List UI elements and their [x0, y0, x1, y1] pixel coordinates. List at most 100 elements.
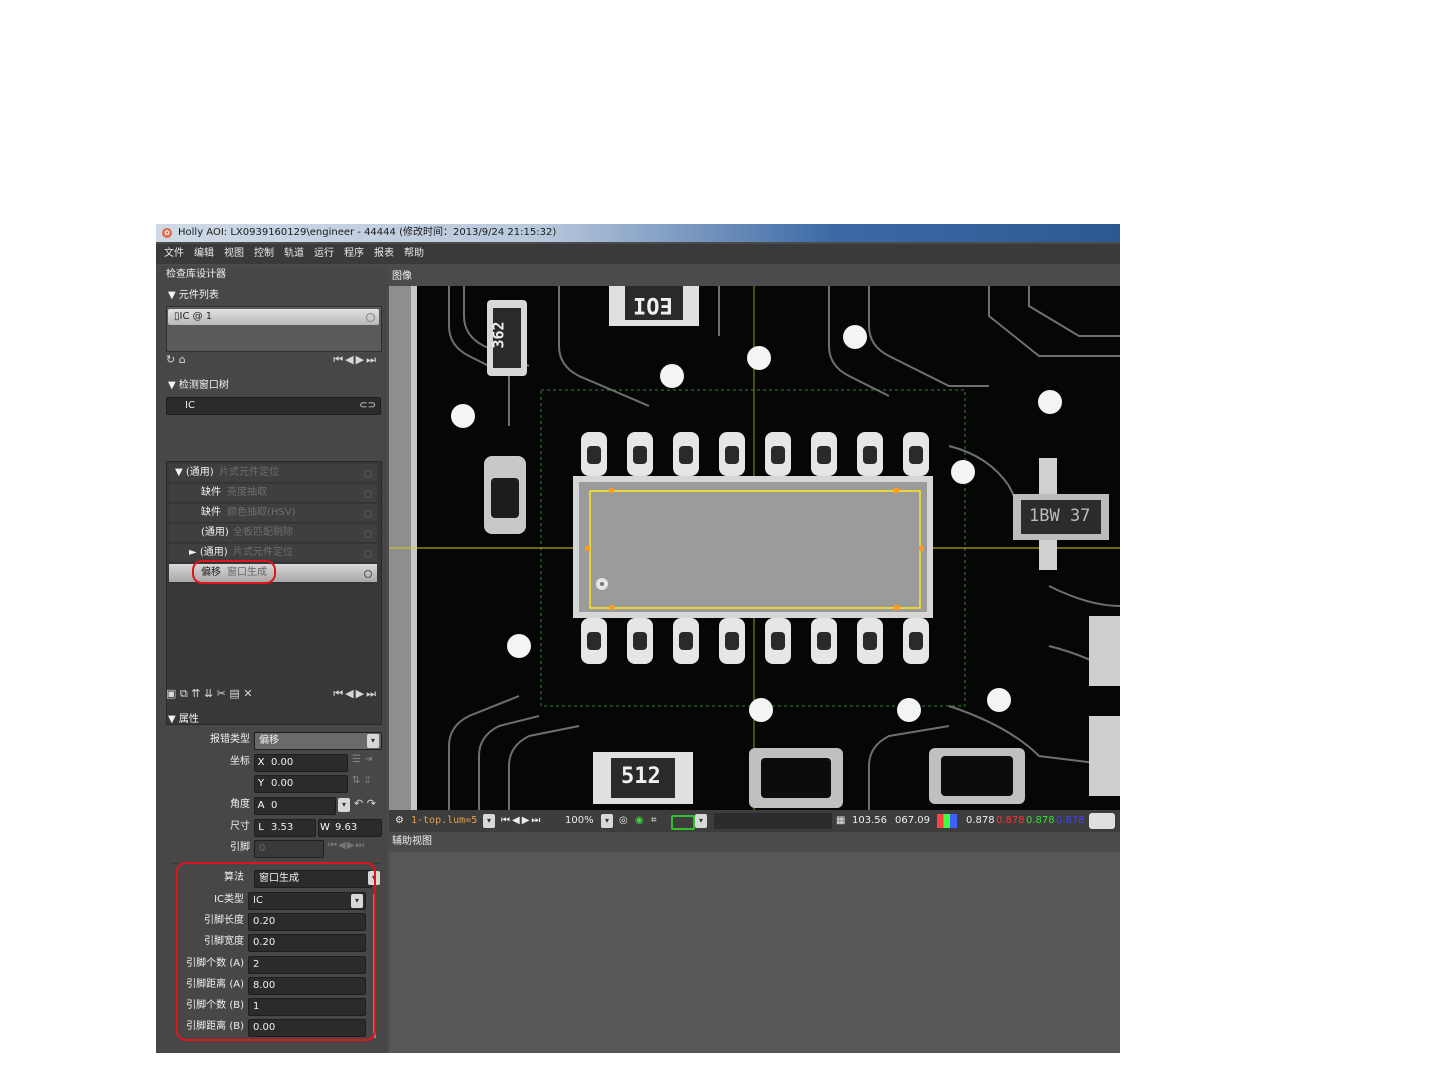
highlight-selected-row — [192, 560, 276, 584]
status-circle-icon — [364, 550, 372, 558]
tree-row-type: (通用) — [201, 527, 229, 538]
tree-row[interactable]: (通用) 全板匹配剔除 — [169, 524, 377, 543]
tree-row-algo: 颜色抽取(HSV) — [227, 507, 296, 518]
link-icon[interactable]: ⊂⊃ — [359, 398, 376, 414]
chevron-down-icon[interactable]: ▾ — [483, 814, 495, 828]
component-item[interactable]: ▯IC @ 1 — [168, 309, 379, 325]
paste-icon[interactable]: ▤ — [229, 687, 239, 700]
coord-y: 067.09 — [895, 815, 930, 826]
l-field[interactable]: L 3.53 — [254, 819, 316, 837]
status-circle-icon — [364, 470, 372, 478]
menu-edit[interactable]: 编辑 — [194, 244, 214, 264]
x-field[interactable]: X 0.00 — [254, 754, 348, 772]
chevron-down-icon[interactable]: ▾ — [367, 734, 379, 748]
error-type-select[interactable]: 偏移 ▾ — [254, 732, 382, 750]
aux-view — [389, 852, 1120, 1053]
move-up-icon[interactable]: ⇈ — [191, 687, 200, 700]
properties-header[interactable]: ▼ 属性 — [168, 712, 388, 728]
image-nav-icons[interactable]: ⏮◀▶⏭ — [501, 810, 542, 832]
error-type-label: 报错类型 — [210, 734, 250, 745]
next-icon[interactable]: ▶ — [356, 353, 366, 366]
lum-value: 0.878 — [966, 815, 995, 826]
panel-title: 检查库设计器 — [166, 269, 226, 280]
view-tool-icons[interactable]: ◎ ◉ ⌗ — [619, 810, 658, 832]
delete-icon[interactable]: ✕ — [243, 687, 252, 700]
angle-label: 角度 — [230, 799, 250, 810]
tree-toolbar: ▣ ⧉ ⇈ ⇊ ✂ ▤ ✕ ⏮◀▶⏭ — [166, 686, 380, 702]
inspection-image[interactable]: EOI 362 512 1BW 37 — [389, 286, 1120, 810]
tree-search-input[interactable]: IC ⊂⊃ — [166, 397, 381, 415]
image-file-label: 1-top.lum=5 — [411, 815, 478, 826]
status-circle-icon — [364, 510, 372, 518]
w-field[interactable]: W 9.63 — [318, 819, 382, 837]
window-tree-header[interactable]: ▼ 检测窗口树 — [168, 378, 388, 394]
coord-icon: ▦ — [836, 815, 846, 826]
window-title: Holly AOI: LX0939160129\engineer - 44444… — [178, 227, 557, 238]
app-icon: ✿ — [162, 228, 172, 238]
cut-icon[interactable]: ✂ — [217, 687, 226, 700]
coord-x: 103.56 — [852, 815, 887, 826]
color-mode-icon[interactable] — [671, 815, 695, 830]
copy-icon[interactable]: ⧉ — [180, 687, 188, 700]
menu-program[interactable]: 程序 — [344, 244, 364, 264]
status-circle-icon — [366, 313, 375, 322]
tree-search-value: IC — [185, 400, 195, 411]
next-icon[interactable]: ▶ — [356, 687, 366, 700]
menu-file[interactable]: 文件 — [164, 244, 184, 264]
lock-y-icon[interactable]: ⇅ ⇳ — [352, 775, 372, 786]
angle-dropdown-icon[interactable]: ▾ — [338, 798, 350, 812]
b-value: 0.878 — [1056, 815, 1085, 826]
menu-control[interactable]: 控制 — [254, 244, 274, 264]
pin-field[interactable]: 0 — [254, 840, 324, 858]
first-icon[interactable]: ⏮ — [333, 687, 345, 700]
menu-track[interactable]: 轨道 — [284, 244, 304, 264]
rgb-icon — [937, 814, 957, 828]
title-bar: ✿ Holly AOI: LX0939160129\engineer - 444… — [156, 224, 1120, 242]
pin-label: 引脚 — [230, 842, 250, 853]
status-circle-icon — [364, 490, 372, 498]
menu-view[interactable]: 视图 — [224, 244, 244, 264]
menu-run[interactable]: 运行 — [314, 244, 334, 264]
menu-bar: 文件 编辑 视图 控制 轨道 运行 程序 报表 帮助 — [156, 244, 1120, 264]
g-value: 0.878 — [1026, 815, 1055, 826]
nav-controls: ⏮◀▶⏭ — [333, 352, 378, 368]
move-down-icon[interactable]: ⇊ — [204, 687, 213, 700]
color-swatch — [1089, 813, 1115, 829]
menu-help[interactable]: 帮助 — [404, 244, 424, 264]
tree-row-algo: 全板匹配剔除 — [233, 527, 293, 538]
component-label-top: EOI — [633, 292, 673, 317]
nav-controls: ⏮◀▶⏭ — [333, 686, 378, 702]
image-panel-title: 图像 — [392, 271, 412, 282]
angle-field[interactable]: A0 — [254, 797, 336, 815]
tree-row[interactable]: 缺件 颜色抽取(HSV) — [169, 504, 377, 523]
chevron-down-icon[interactable]: ▾ — [601, 814, 613, 828]
refresh-icon[interactable]: ↻ — [166, 353, 175, 366]
add-icon[interactable]: ▣ — [166, 687, 176, 700]
last-icon[interactable]: ⏭ — [366, 353, 378, 366]
tree-row-algo: 亮度抽取 — [227, 487, 267, 498]
rotate-icons[interactable]: ↶ ↷ — [354, 797, 376, 810]
prev-icon[interactable]: ◀ — [345, 687, 355, 700]
size-label: 尺寸 — [230, 821, 250, 832]
chevron-down-icon[interactable]: ▾ — [695, 814, 707, 828]
component-list-header[interactable]: ▼ 元件列表 — [168, 288, 388, 304]
settings-icon[interactable]: ⚙ — [395, 810, 404, 832]
prev-icon[interactable]: ◀ — [345, 353, 355, 366]
last-icon[interactable]: ⏭ — [366, 687, 378, 700]
lock-x-icon[interactable]: ☰ ⇥ — [352, 754, 373, 765]
highlight-algo-params — [176, 862, 376, 1041]
menu-report[interactable]: 报表 — [374, 244, 394, 264]
pin-nav-icons[interactable]: ⏮◀▶⏭ — [328, 840, 365, 851]
tree-row[interactable]: ▼ (通用) 片式元件定位 — [169, 464, 377, 483]
status-circle-icon — [364, 570, 372, 578]
component-item-label: ▯IC @ 1 — [174, 311, 213, 322]
library-designer-panel: 检查库设计器 ▼ 元件列表 ▯IC @ 1 ↻ ⌂ ⏮◀▶⏭ ▼ 检测窗口树 I… — [156, 266, 387, 1053]
zoom-value[interactable]: 100% — [565, 810, 594, 832]
library-icon[interactable]: ⌂ — [179, 353, 186, 366]
tree-row-type: 缺件 — [201, 487, 221, 498]
component-toolbar: ↻ ⌂ ⏮◀▶⏭ — [166, 352, 380, 368]
component-label-right: 1BW 37 — [1029, 506, 1091, 526]
tree-row[interactable]: 缺件 亮度抽取 — [169, 484, 377, 503]
y-field[interactable]: Y 0.00 — [254, 775, 348, 793]
first-icon[interactable]: ⏮ — [333, 353, 345, 366]
